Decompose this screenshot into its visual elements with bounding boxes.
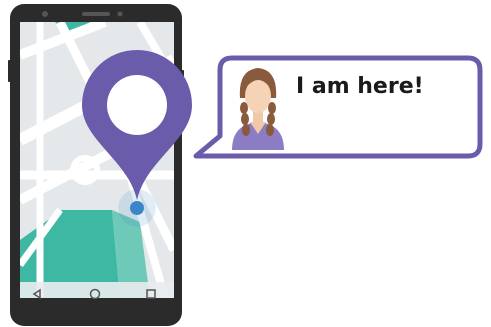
sensor-icon	[117, 11, 123, 17]
speech-bubble-text: I am here!	[296, 74, 424, 99]
front-camera-icon	[42, 11, 48, 17]
illustration	[8, 4, 483, 326]
speaker-grille	[82, 12, 110, 16]
